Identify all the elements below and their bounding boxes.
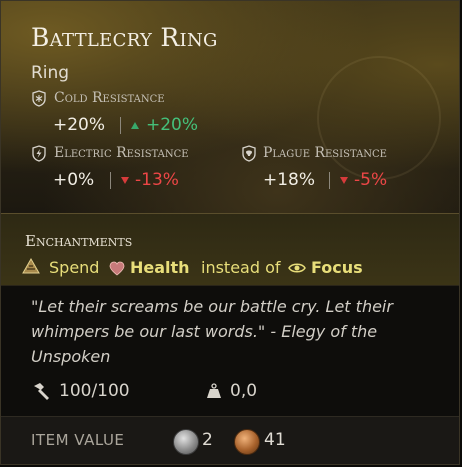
stat-cold-resistance-label: Cold Resistance bbox=[54, 90, 165, 106]
enchant-icon bbox=[22, 258, 40, 274]
snowflake-shield-icon bbox=[32, 90, 46, 107]
enchantment-line: Spend Health instead of Focus bbox=[21, 257, 441, 279]
stat-electric-resistance-label: Electric Resistance bbox=[54, 145, 189, 161]
enchant-focus-text: Focus bbox=[311, 258, 363, 277]
focus-eye-icon bbox=[288, 263, 306, 273]
lore-text: "Let their screams be our battle cry. Le… bbox=[31, 297, 393, 366]
stat-cold-resistance-delta: +20% bbox=[146, 115, 199, 135]
separator bbox=[120, 117, 121, 134]
stat-electric-resistance-delta: -13% bbox=[135, 170, 179, 190]
stat-cold-resistance-value: +20% bbox=[53, 115, 106, 135]
item-name: Battlecry Ring bbox=[31, 23, 218, 52]
silver-value: 2 bbox=[202, 430, 213, 450]
enchantments-section: Enchantments Spend Health instead of Foc… bbox=[1, 213, 459, 286]
plague-shield-icon bbox=[242, 145, 256, 162]
background-emblem bbox=[317, 56, 441, 180]
item-type: Ring bbox=[31, 63, 70, 83]
arrow-down-icon bbox=[121, 177, 129, 184]
hammer-icon bbox=[34, 383, 49, 400]
stat-plague-resistance-value: +18% bbox=[263, 170, 316, 190]
stat-plague-resistance-delta: -5% bbox=[354, 170, 388, 190]
lightning-shield-icon bbox=[32, 145, 46, 162]
enchantments-title: Enchantments bbox=[25, 232, 133, 250]
item-value-footer: ITEM VALUE 2 41 bbox=[1, 416, 459, 464]
weight-value: 0,0 bbox=[230, 381, 258, 401]
lore-section: "Let their screams be our battle cry. Le… bbox=[1, 286, 459, 416]
copper-value: 41 bbox=[264, 430, 286, 450]
heart-icon bbox=[109, 261, 125, 276]
stat-plague-resistance-label: Plague Resistance bbox=[263, 145, 387, 161]
stat-electric-resistance-value: +0% bbox=[53, 170, 95, 190]
enchant-health-text: Health bbox=[130, 258, 190, 277]
enchant-instead-text: instead of bbox=[201, 258, 281, 277]
weight-icon bbox=[207, 383, 221, 398]
silver-coin-icon bbox=[173, 429, 199, 455]
separator bbox=[329, 172, 330, 189]
arrow-down-icon bbox=[340, 177, 348, 184]
arrow-up-icon bbox=[131, 122, 139, 129]
item-tooltip: Battlecry Ring Ring Cold Resistance +20%… bbox=[0, 0, 460, 465]
item-header: Battlecry Ring Ring Cold Resistance +20%… bbox=[1, 1, 459, 213]
item-value-label: ITEM VALUE bbox=[31, 431, 125, 449]
durability-value: 100/100 bbox=[59, 381, 130, 401]
enchant-spend-text: Spend bbox=[49, 258, 100, 277]
copper-coin-icon bbox=[234, 429, 260, 455]
separator bbox=[110, 172, 111, 189]
